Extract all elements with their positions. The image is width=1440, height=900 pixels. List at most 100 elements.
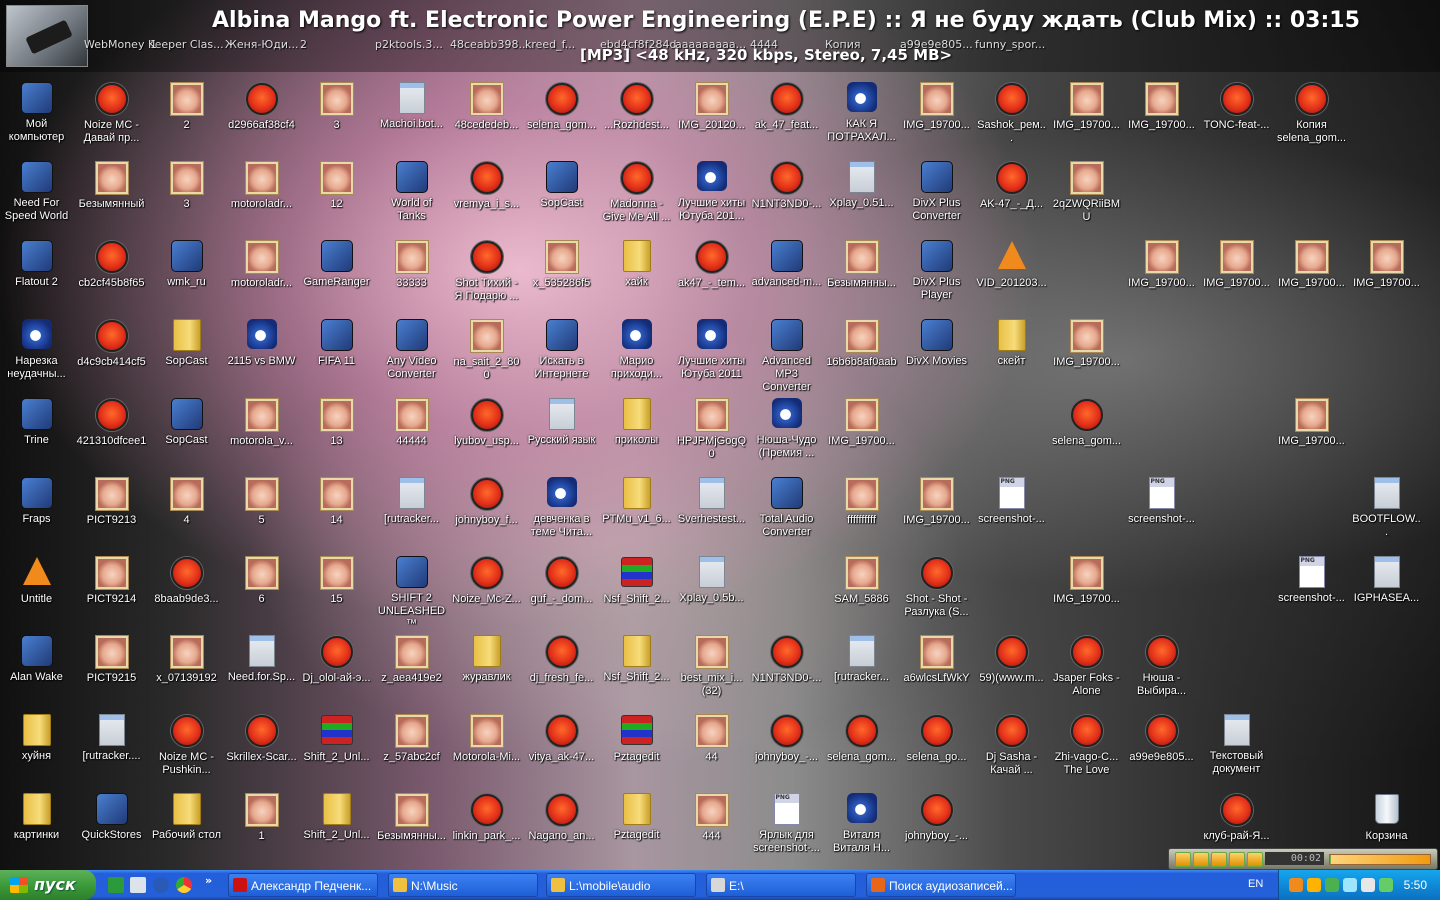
desktop-icon[interactable]: IMG_19700... <box>1274 239 1349 290</box>
desktop-icon[interactable]: Безымянны... <box>824 239 899 290</box>
desktop-icon[interactable]: Advanced MP3 Converter <box>749 318 824 394</box>
desktop-icon[interactable]: Sashok_рем... <box>974 81 1049 145</box>
desktop-icon[interactable]: Jsaper Foks - Alone <box>1049 634 1124 698</box>
desktop-icon[interactable]: ffffffffff <box>824 476 899 527</box>
quicklaunch-app-icon[interactable] <box>108 877 124 893</box>
desktop-icon[interactable]: 12 <box>299 160 374 211</box>
desktop-icon[interactable]: Nagano_an... <box>524 792 599 843</box>
quicklaunch-browser-icon[interactable] <box>153 877 169 893</box>
desktop-icon[interactable]: selena_gom... <box>1049 397 1124 448</box>
stop-icon[interactable] <box>1211 852 1227 867</box>
desktop-icon[interactable]: IMG_19700... <box>1049 81 1124 132</box>
desktop-icon[interactable]: IMG_19700... <box>899 81 974 132</box>
desktop-icon[interactable]: Ярлык для screenshot-... <box>749 792 824 855</box>
desktop-icon[interactable]: Noize MC - Давай пр... <box>74 81 149 145</box>
desktop-icon[interactable]: PICT9213 <box>74 476 149 527</box>
desktop-icon[interactable]: Нарезка неудачны... <box>0 318 74 381</box>
desktop-icon[interactable]: PICT9215 <box>74 634 149 685</box>
desktop-icon[interactable]: 3 <box>299 81 374 132</box>
desktop-icon[interactable]: Искать в Интернете <box>524 318 599 381</box>
desktop-icon[interactable]: ak_47_feat... <box>749 81 824 132</box>
desktop-icon[interactable]: 5 <box>224 476 299 527</box>
desktop-icon[interactable]: Нюша-Чудо (Премия ... <box>749 397 824 460</box>
desktop-icon[interactable]: vremya_i_s... <box>449 160 524 211</box>
desktop-icon[interactable]: IGPHASEA... <box>1349 555 1424 605</box>
desktop-icon[interactable]: IMG_19700... <box>1349 239 1424 290</box>
desktop-icon[interactable]: DivX Plus Player <box>899 239 974 302</box>
desktop-icon[interactable]: johnyboy_-... <box>749 713 824 764</box>
desktop-icon[interactable]: Копия selena_gom... <box>1274 81 1349 145</box>
desktop-icon[interactable]: Текстовый документ <box>1199 713 1274 776</box>
desktop-icon[interactable]: 444 <box>674 792 749 843</box>
quicklaunch-desktop-icon[interactable] <box>130 877 146 893</box>
desktop-icon[interactable]: 44444 <box>374 397 449 448</box>
desktop-icon[interactable]: SopCast <box>149 318 224 368</box>
start-button[interactable]: пуск <box>0 870 96 900</box>
desktop-icon[interactable]: Pztagedit <box>599 713 674 764</box>
desktop-icon[interactable]: Zhi-vago-C... The Love <box>1049 713 1124 777</box>
desktop-icon[interactable]: IMG_19700... <box>1124 81 1199 132</box>
desktop-icon[interactable]: Мой компьютер <box>0 81 74 144</box>
tray-nvidia-icon[interactable] <box>1325 878 1339 892</box>
desktop-icon[interactable]: 15 <box>299 555 374 606</box>
desktop-icon[interactable]: johnyboy_-... <box>899 792 974 843</box>
desktop-icon[interactable]: advanced-m... <box>749 239 824 289</box>
desktop-icon[interactable]: Shift_2_Unl... <box>299 792 374 842</box>
desktop-icon[interactable]: Pztagedit <box>599 792 674 842</box>
desktop-icon[interactable]: девченка в теме Чита... <box>524 476 599 539</box>
desktop-icon[interactable]: VID_201203... <box>974 239 1049 290</box>
desktop-icon[interactable]: best_mix_i... (32) <box>674 634 749 698</box>
desktop-icon[interactable]: 2115 vs BMW <box>224 318 299 368</box>
desktop-icon[interactable]: SopCast <box>149 397 224 447</box>
next-icon[interactable] <box>1247 852 1263 867</box>
desktop-icon[interactable]: Trine <box>0 397 74 447</box>
desktop-icon[interactable]: guf_-_dom... <box>524 555 599 606</box>
desktop-icon[interactable]: Марио приходи... <box>599 318 674 381</box>
desktop-icon[interactable]: FIFA 11 <box>299 318 374 368</box>
play-icon[interactable] <box>1175 852 1191 867</box>
desktop-icon[interactable]: Shot Тихий - Я Подарю ... <box>449 239 524 303</box>
desktop-icon[interactable]: 2 <box>149 81 224 132</box>
desktop-icon[interactable]: IMG_19700... <box>1049 318 1124 369</box>
quicklaunch-more-chevron-icon[interactable]: » <box>205 874 212 887</box>
desktop-icon[interactable]: Machoi.bot... <box>374 81 449 131</box>
language-indicator[interactable]: EN <box>1248 878 1263 890</box>
desktop-icon[interactable]: cb2cf45b8f65 <box>74 239 149 290</box>
desktop-icon[interactable]: selena_gom... <box>524 81 599 132</box>
desktop-icon[interactable]: na_sait_2_800 <box>449 318 524 382</box>
taskbar-task-button[interactable]: L:\mobile\audio <box>546 873 696 897</box>
desktop-icon[interactable]: картинки <box>0 792 74 842</box>
desktop-icon[interactable]: johnyboy_f... <box>449 476 524 527</box>
desktop-icon[interactable]: screenshot-... <box>1274 555 1349 605</box>
desktop-icon[interactable]: Untitle <box>0 555 74 606</box>
desktop-icon[interactable]: Flatout 2 <box>0 239 74 289</box>
desktop-icon[interactable]: ak47_-_tem... <box>674 239 749 290</box>
desktop-icon[interactable]: motoroladr... <box>224 160 299 211</box>
desktop-icon[interactable]: Noize_Mc-Z... <box>449 555 524 606</box>
tray-network-icon[interactable] <box>1343 878 1357 892</box>
desktop-icon[interactable]: Need For Speed World <box>0 160 74 223</box>
desktop-icon[interactable]: x_535286f5 <box>524 239 599 290</box>
desktop-icon[interactable]: lyubov_usp... <box>449 397 524 448</box>
desktop-icon[interactable]: screenshot-... <box>974 476 1049 526</box>
desktop-icon[interactable]: Alan Wake <box>0 634 74 684</box>
desktop-icon[interactable]: Sverhestest... <box>674 476 749 526</box>
desktop-icon[interactable]: 4 <box>149 476 224 527</box>
desktop-icon[interactable]: Total Audio Converter <box>749 476 824 539</box>
desktop-icon[interactable]: 6 <box>224 555 299 606</box>
desktop-icon[interactable]: DivX Plus Converter <box>899 160 974 223</box>
desktop-icon[interactable]: selena_gom... <box>824 713 899 764</box>
clock[interactable]: 5:50 <box>1404 870 1427 900</box>
pause-icon[interactable] <box>1193 852 1209 867</box>
desktop-icon[interactable]: z_aea419e2 <box>374 634 449 685</box>
desktop-icon[interactable]: PICT9214 <box>74 555 149 606</box>
tray-folder-icon[interactable] <box>1307 878 1321 892</box>
desktop-icon[interactable]: z_57abc2cf <box>374 713 449 764</box>
desktop-icon[interactable]: 421310dfcee1 <box>74 397 149 448</box>
desktop-icon[interactable]: Madonna - Give Me All ... <box>599 160 674 224</box>
desktop-icon[interactable]: [rutracker... <box>374 476 449 526</box>
player-seekbar[interactable] <box>1329 854 1431 865</box>
desktop-icon[interactable]: Безымянный <box>74 160 149 211</box>
desktop-icon[interactable]: d2966af38cf4 <box>224 81 299 132</box>
desktop-icon[interactable]: 44 <box>674 713 749 764</box>
